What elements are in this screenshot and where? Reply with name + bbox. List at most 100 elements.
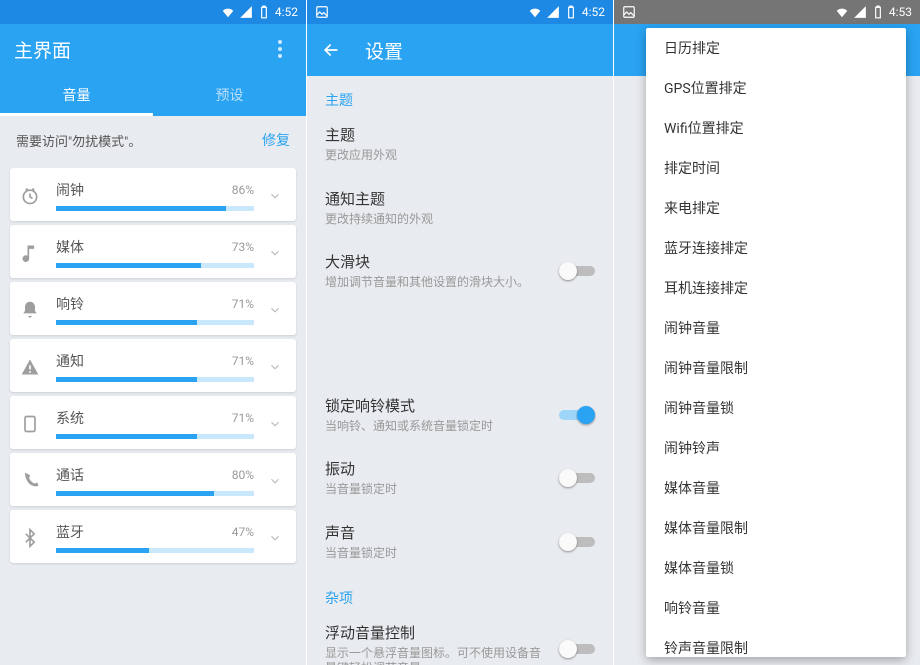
- menu-item[interactable]: 响铃音量: [646, 588, 906, 628]
- volume-percent: 47%: [232, 525, 254, 539]
- menu-item[interactable]: 日历排定: [646, 28, 906, 68]
- battery-icon: [871, 5, 885, 19]
- menu-item[interactable]: 媒体音量: [646, 468, 906, 508]
- volume-label: 通话: [56, 465, 84, 485]
- chevron-down-icon[interactable]: [268, 303, 286, 317]
- row-big-slider: 大滑块 增加调节音量和其他设置的滑块大小。: [307, 239, 613, 303]
- volume-card[interactable]: 媒体 73%: [10, 225, 296, 278]
- chevron-down-icon[interactable]: [268, 417, 286, 431]
- volume-label: 响铃: [56, 294, 84, 314]
- menu-item[interactable]: 排定时间: [646, 148, 906, 188]
- volume-label: 闹钟: [56, 180, 84, 200]
- volume-type-icon: [20, 471, 42, 491]
- signal-icon: [853, 5, 867, 19]
- row-notif-theme[interactable]: 通知主题 更改持续通知的外观: [307, 176, 613, 240]
- switch-vibrate[interactable]: [559, 468, 595, 488]
- page-title: 设置: [365, 37, 403, 64]
- volume-slider[interactable]: [56, 263, 254, 268]
- volume-percent: 71%: [232, 297, 254, 311]
- menu-item[interactable]: 媒体音量锁: [646, 548, 906, 588]
- volume-card[interactable]: 系统 71%: [10, 396, 296, 449]
- volume-type-icon: [20, 300, 42, 320]
- switch-big-slider[interactable]: [559, 261, 595, 281]
- wifi-icon: [835, 5, 849, 19]
- menu-item[interactable]: 闹钟音量锁: [646, 388, 906, 428]
- menu-item[interactable]: 来电排定: [646, 188, 906, 228]
- menu-item[interactable]: Wifi位置排定: [646, 108, 906, 148]
- fix-button[interactable]: 修复: [262, 130, 290, 150]
- page-title: 主界面: [14, 36, 268, 63]
- menu-item[interactable]: 耳机连接排定: [646, 268, 906, 308]
- volume-percent: 73%: [232, 240, 254, 254]
- picture-icon: [622, 5, 636, 19]
- tab-preset[interactable]: 预设: [153, 74, 306, 116]
- volume-slider[interactable]: [56, 434, 254, 439]
- switch-lock-ring[interactable]: [559, 405, 595, 425]
- row-theme[interactable]: 主题 更改应用外观: [307, 112, 613, 176]
- screen-settings: 4:52 设置 主题 主题 更改应用外观 通知主题 更改持续通知的外观: [307, 0, 614, 665]
- chevron-down-icon[interactable]: [268, 189, 286, 203]
- menu-item[interactable]: GPS位置排定: [646, 68, 906, 108]
- tab-volume[interactable]: 音量: [0, 74, 153, 116]
- volume-slider[interactable]: [56, 491, 254, 496]
- status-bar: 4:52: [0, 0, 306, 24]
- notice-text: 需要访问"勿扰模式"。: [16, 131, 262, 150]
- volume-type-icon: [20, 357, 42, 377]
- volume-type-icon: [20, 414, 42, 434]
- signal-icon: [546, 5, 560, 19]
- volume-percent: 71%: [232, 411, 254, 425]
- menu-item[interactable]: 铃声音量限制: [646, 628, 906, 657]
- volume-label: 蓝牙: [56, 522, 84, 542]
- chevron-down-icon[interactable]: [268, 360, 286, 374]
- status-time: 4:52: [582, 5, 605, 19]
- volume-card[interactable]: 响铃 71%: [10, 282, 296, 335]
- volume-list: 闹钟 86% 媒体 73% 响铃 71% 通知 71% 系统 71% 通话 80% 蓝牙 47%: [0, 164, 306, 563]
- tab-bar: 音量 预设: [0, 74, 306, 116]
- volume-label: 通知: [56, 351, 84, 371]
- section-misc: 杂项: [307, 574, 613, 610]
- volume-type-icon: [20, 243, 42, 263]
- status-bar: 4:53: [614, 0, 920, 24]
- volume-slider[interactable]: [56, 377, 254, 382]
- volume-card[interactable]: 蓝牙 47%: [10, 510, 296, 563]
- row-vibrate: 振动 当音量锁定时: [307, 446, 613, 510]
- back-icon[interactable]: [321, 40, 341, 60]
- battery-icon: [564, 5, 578, 19]
- app-bar: 主界面 音量 预设: [0, 24, 306, 116]
- volume-card[interactable]: 闹钟 86%: [10, 168, 296, 221]
- screen-main: 4:52 主界面 音量 预设 需要访问"勿扰模式"。 修复 闹钟 86% 媒体 73%…: [0, 0, 307, 665]
- overflow-menu-icon[interactable]: [268, 40, 292, 58]
- volume-card[interactable]: 通话 80%: [10, 453, 296, 506]
- switch-sound[interactable]: [559, 532, 595, 552]
- dnd-notice: 需要访问"勿扰模式"。 修复: [0, 116, 306, 164]
- section-theme: 主题: [307, 76, 613, 112]
- switch-float-volume[interactable]: [559, 639, 595, 659]
- battery-icon: [257, 5, 271, 19]
- volume-slider[interactable]: [56, 206, 254, 211]
- volume-label: 媒体: [56, 237, 84, 257]
- menu-item[interactable]: 媒体音量限制: [646, 508, 906, 548]
- app-bar: 设置: [307, 24, 613, 76]
- chevron-down-icon[interactable]: [268, 474, 286, 488]
- picture-icon: [315, 5, 329, 19]
- volume-percent: 71%: [232, 354, 254, 368]
- menu-item[interactable]: 闹钟音量: [646, 308, 906, 348]
- menu-item[interactable]: 闹钟音量限制: [646, 348, 906, 388]
- chevron-down-icon[interactable]: [268, 246, 286, 260]
- signal-icon: [239, 5, 253, 19]
- volume-slider[interactable]: [56, 320, 254, 325]
- menu-item[interactable]: 闹钟铃声: [646, 428, 906, 468]
- volume-percent: 86%: [232, 183, 254, 197]
- status-bar: 4:52: [307, 0, 613, 24]
- chevron-down-icon[interactable]: [268, 531, 286, 545]
- screen-menu: 4:53 日历排定GPS位置排定Wifi位置排定排定时间来电排定蓝牙连接排定耳机…: [614, 0, 921, 665]
- menu-item[interactable]: 蓝牙连接排定: [646, 228, 906, 268]
- volume-type-icon: [20, 528, 42, 548]
- wifi-icon: [221, 5, 235, 19]
- volume-percent: 80%: [232, 468, 254, 482]
- volume-label: 系统: [56, 408, 84, 428]
- row-sound: 声音 当音量锁定时: [307, 510, 613, 574]
- row-float-volume: 浮动音量控制 显示一个悬浮音量图标。可不使用设备音量键轻松调节音量。: [307, 610, 613, 665]
- volume-card[interactable]: 通知 71%: [10, 339, 296, 392]
- volume-slider[interactable]: [56, 548, 254, 553]
